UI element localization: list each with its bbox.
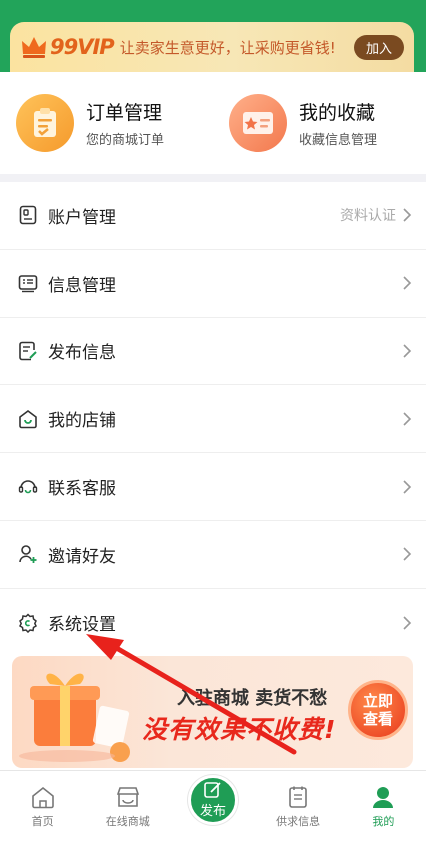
section-divider [0,174,426,182]
quick-link-title: 订单管理 [86,102,163,124]
quick-links: 订单管理 您的商城订单 我的收藏 收藏信息管理 [0,72,426,174]
chevron-right-icon [403,480,412,494]
tab-publish[interactable]: 发布 [170,771,255,862]
chevron-right-icon [403,276,412,290]
order-document-icon [16,94,74,152]
promo-view-button[interactable]: 立即 查看 [348,680,408,740]
chevron-right-icon [403,208,412,222]
quick-link-subtitle: 收藏信息管理 [299,133,378,148]
quick-link-subtitle: 您的商城订单 [86,133,165,148]
user-icon [373,787,394,808]
chevron-right-icon [403,547,412,561]
home-icon [31,786,54,809]
tab-label: 发布 [199,804,226,819]
edit-document-icon [18,341,38,361]
menu-item-invite[interactable]: 邀请好友 [0,521,426,589]
headset-icon [18,477,38,497]
settings-gear-icon [18,613,38,633]
store-icon [116,787,139,807]
menu-item-label: 账户管理 [48,207,116,228]
tab-label: 我的 [372,815,395,828]
menu-item-label: 邀请好友 [48,546,116,567]
order-management-link[interactable]: 订单管理 您的商城订单 [0,72,213,174]
menu-item-customer-service[interactable]: 联系客服 [0,453,426,521]
crown-icon [22,37,46,58]
shop-house-icon [18,409,38,429]
clipboard-icon [289,786,307,808]
chevron-right-icon [403,616,412,630]
quick-link-title: 我的收藏 [299,102,376,124]
menu-item-label: 我的店铺 [48,411,116,432]
vip-banner[interactable]: 99VIP 让卖家生意更好，让采购更省钱! 加入 [10,22,414,72]
chevron-right-icon [403,412,412,426]
promo-button-label: 立即 查看 [362,692,393,728]
chevron-right-icon [403,344,412,358]
tab-home[interactable]: 首页 [0,771,85,862]
promo-headline: 入驻商城 卖货不愁 [177,688,328,709]
settings-menu: 账户管理 资料认证 信息管理 发布信息 我的店铺 联系客服 邀请好友 系统设置 [0,182,426,657]
account-card-icon [18,205,38,225]
tab-supply-demand[interactable]: 供求信息 [256,771,341,862]
vip-slogan: 让卖家生意更好，让采购更省钱! [119,38,336,57]
tab-mine[interactable]: 我的 [341,771,426,862]
bottom-tab-bar: 首页 在线商城 发布 供求信息 我的 [0,770,426,862]
menu-item-label: 系统设置 [48,615,116,636]
vip-brand: 99VIP [50,35,115,59]
tab-label: 在线商城 [105,815,150,828]
merchant-promo-banner[interactable]: 入驻商城 卖货不愁 没有效果不收费! 立即 查看 [12,656,413,768]
favorites-card-icon [229,94,287,152]
menu-item-account[interactable]: 账户管理 资料认证 [0,182,426,250]
menu-item-extra: 资料认证 [340,208,396,225]
favorites-link[interactable]: 我的收藏 收藏信息管理 [213,72,426,174]
tab-online-mall[interactable]: 在线商城 [85,771,170,862]
info-list-icon [18,273,38,293]
promo-slogan: 没有效果不收费! [142,715,337,744]
vip-join-button[interactable]: 加入 [353,34,404,60]
menu-item-label: 信息管理 [48,275,116,296]
gift-box-illustration [19,673,130,762]
tab-label: 供求信息 [276,815,321,828]
menu-item-publish[interactable]: 发布信息 [0,318,426,386]
menu-item-info[interactable]: 信息管理 [0,250,426,318]
publish-icon [204,782,221,798]
tab-label: 首页 [31,815,54,828]
menu-item-label: 发布信息 [48,343,116,364]
publish-button[interactable]: 发布 [187,775,238,825]
add-user-icon [18,544,38,564]
menu-item-shop[interactable]: 我的店铺 [0,385,426,454]
menu-item-label: 联系客服 [48,479,116,500]
menu-item-settings[interactable]: 系统设置 [0,589,426,657]
